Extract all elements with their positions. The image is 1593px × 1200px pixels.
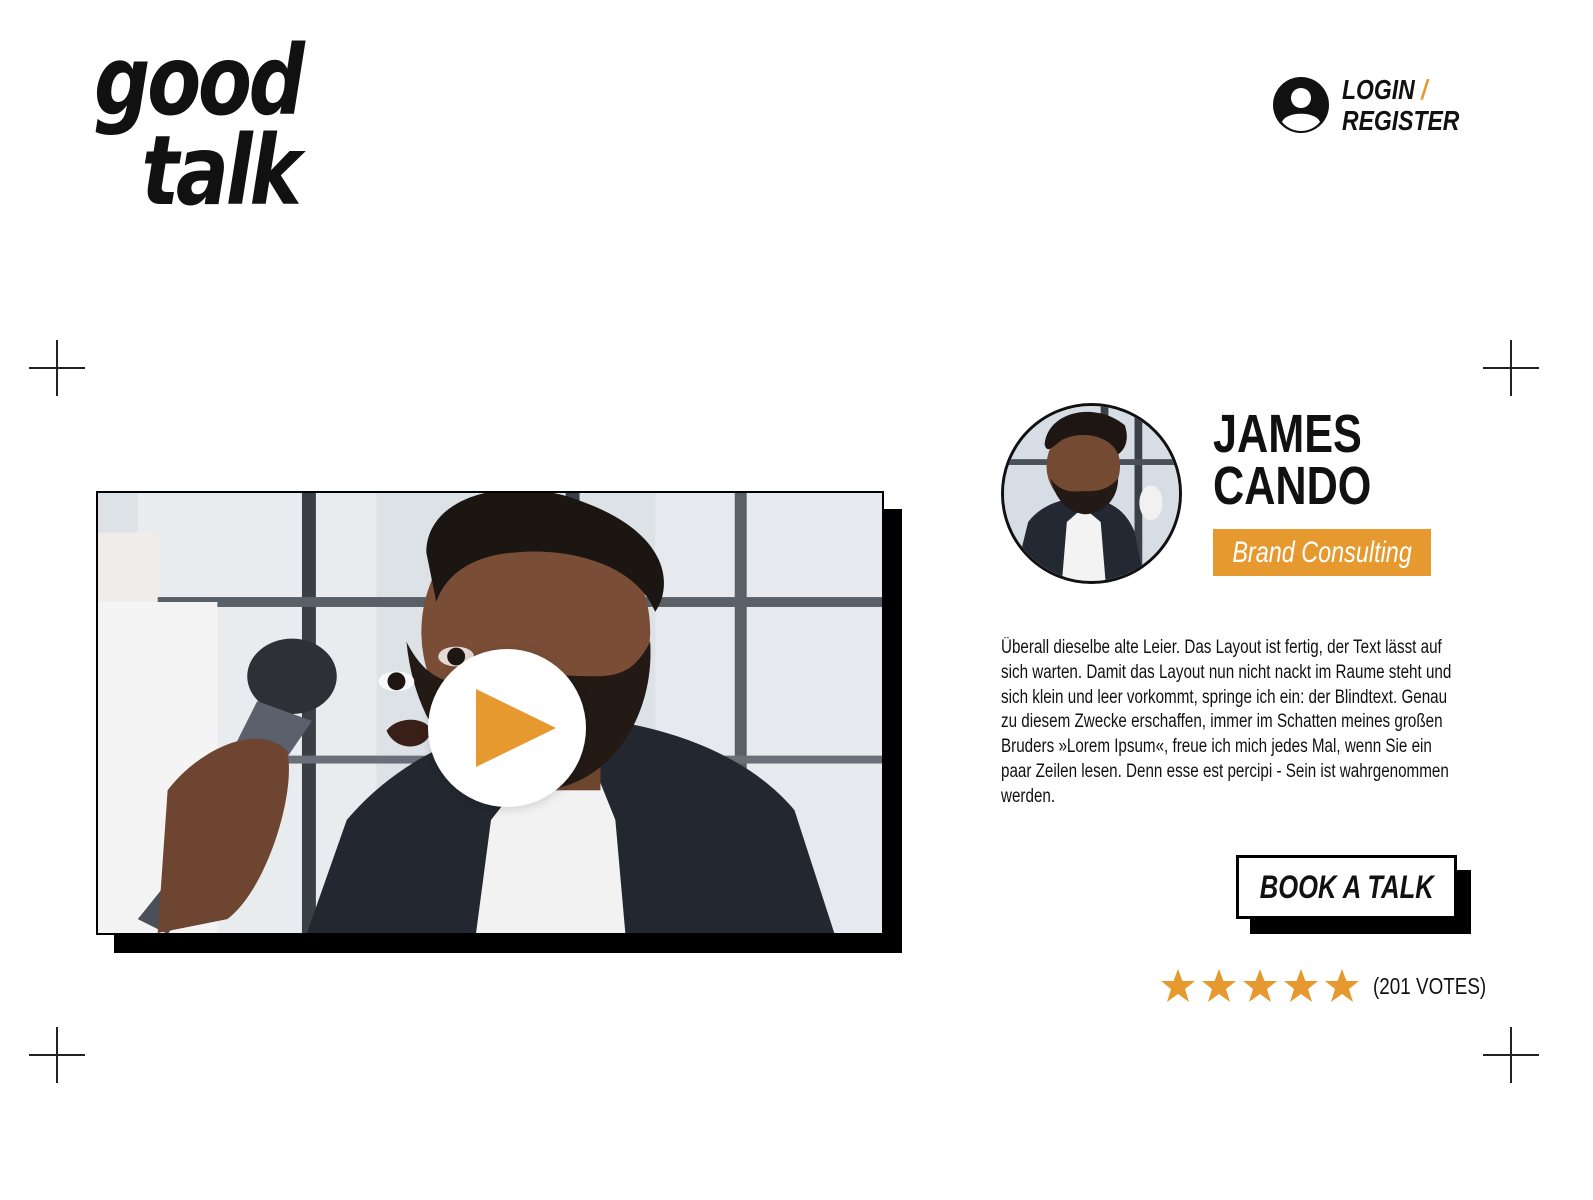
star-icon bbox=[1202, 969, 1236, 1002]
play-icon bbox=[476, 689, 556, 767]
register-label: REGISTER bbox=[1342, 105, 1460, 136]
speaker-name: JAMES CANDO bbox=[1213, 407, 1371, 513]
speaker-topic-label: Brand Consulting bbox=[1232, 535, 1412, 569]
speaker-last-name: CANDO bbox=[1213, 456, 1372, 516]
star-icon bbox=[1325, 969, 1359, 1002]
logo-line-2: talk bbox=[141, 115, 302, 227]
speaker-topic-badge: Brand Consulting bbox=[1213, 529, 1431, 576]
login-separator: / bbox=[1421, 74, 1428, 105]
rating: (201 VOTES) bbox=[1160, 968, 1511, 1004]
login-register-link[interactable]: LOGIN / REGISTER bbox=[1272, 74, 1485, 136]
book-a-talk-button[interactable]: BOOK A TALK bbox=[1236, 855, 1457, 919]
user-icon bbox=[1273, 77, 1329, 133]
crosshair-mark bbox=[1483, 340, 1539, 396]
video-player[interactable] bbox=[96, 491, 884, 935]
votes-count: (201 VOTES) bbox=[1373, 972, 1487, 999]
book-a-talk-label: BOOK A TALK bbox=[1259, 868, 1434, 905]
speaker-first-name: JAMES bbox=[1213, 404, 1362, 464]
speaker-photo bbox=[1004, 406, 1179, 581]
logo[interactable]: good talk bbox=[94, 33, 305, 227]
login-register-label: LOGIN / REGISTER bbox=[1342, 74, 1459, 136]
play-button[interactable] bbox=[428, 649, 586, 807]
star-icon bbox=[1161, 969, 1195, 1002]
speaker-description: Überall dieselbe alte Leier. Das Layout … bbox=[1001, 637, 1452, 807]
crosshair-mark bbox=[1483, 1027, 1539, 1083]
star-icon bbox=[1243, 969, 1277, 1002]
crosshair-mark bbox=[29, 340, 85, 396]
star-icon bbox=[1284, 969, 1318, 1002]
page: good talk LOGIN / REGISTER JAMES CANDO B… bbox=[0, 0, 1593, 1200]
speaker-avatar bbox=[1001, 403, 1182, 584]
crosshair-mark bbox=[29, 1027, 85, 1083]
login-label: LOGIN bbox=[1342, 74, 1415, 105]
